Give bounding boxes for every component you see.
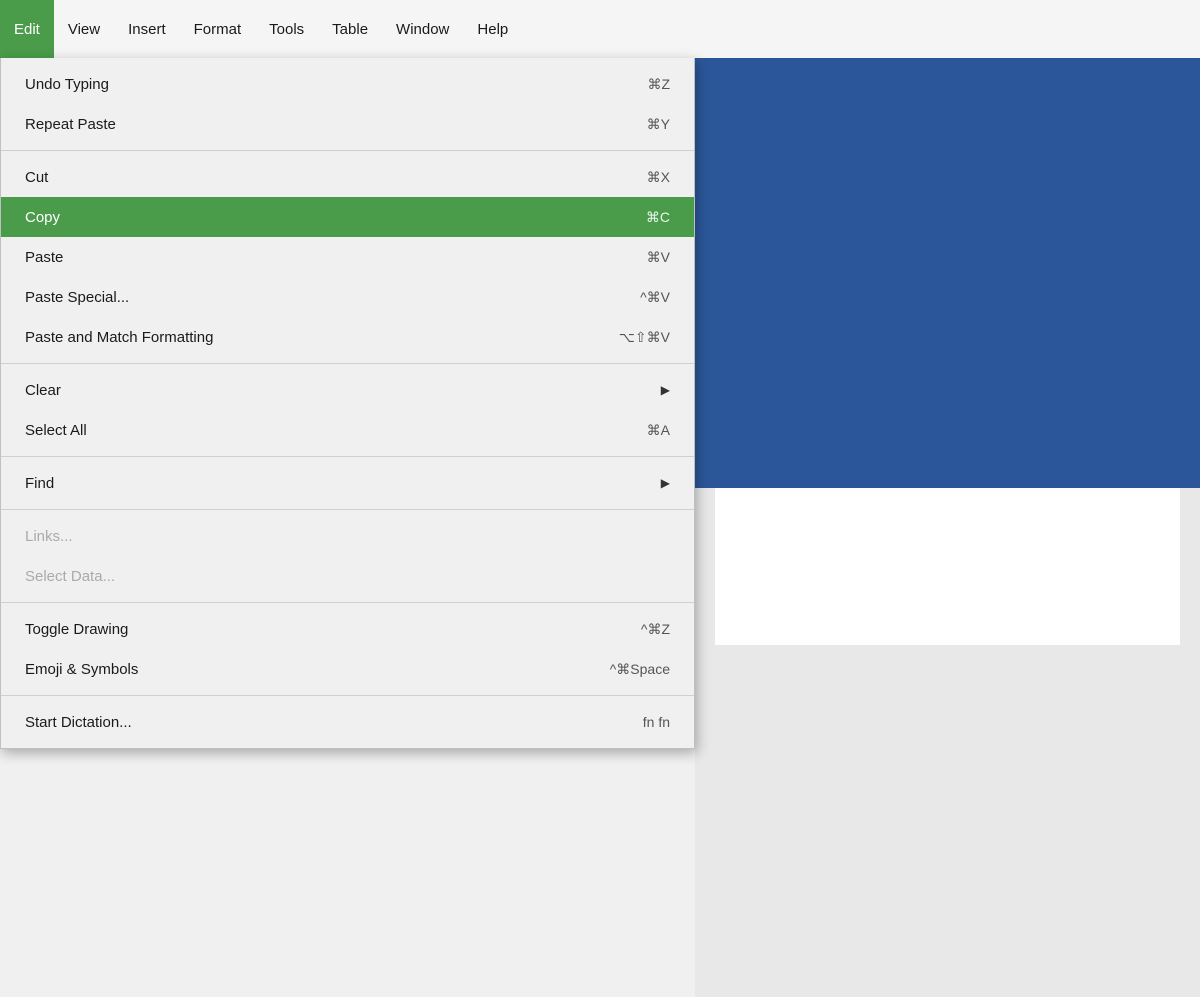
menu-item-start-dictation[interactable]: Start Dictation... fn fn — [1, 702, 694, 742]
menu-item-emoji-symbols[interactable]: Emoji & Symbols ^⌘Space — [1, 649, 694, 689]
menu-item-find[interactable]: Find ▶ — [1, 463, 694, 503]
ribbon-area — [695, 58, 1200, 488]
menu-section-find: Find ▶ — [1, 457, 694, 510]
menu-item-select-data: Select Data... — [1, 556, 694, 596]
menu-item-toggle-drawing[interactable]: Toggle Drawing ^⌘Z — [1, 609, 694, 649]
edit-dropdown-menu: Undo Typing ⌘Z Repeat Paste ⌘Y Cut ⌘X Co… — [0, 58, 695, 749]
menu-section-select: Clear ▶ Select All ⌘A — [1, 364, 694, 457]
menu-item-copy[interactable]: Copy ⌘C — [1, 197, 694, 237]
menu-section-clipboard: Cut ⌘X Copy ⌘C Paste ⌘V Paste Special...… — [1, 151, 694, 364]
menu-item-cut[interactable]: Cut ⌘X — [1, 157, 694, 197]
menu-item-links: Links... — [1, 516, 694, 556]
menu-item-clear[interactable]: Clear ▶ — [1, 370, 694, 410]
menu-item-paste-special[interactable]: Paste Special... ^⌘V — [1, 277, 694, 317]
menu-item-paste[interactable]: Paste ⌘V — [1, 237, 694, 277]
menu-section-links: Links... Select Data... — [1, 510, 694, 603]
menu-item-repeat-paste[interactable]: Repeat Paste ⌘Y — [1, 104, 694, 144]
menu-item-select-all[interactable]: Select All ⌘A — [1, 410, 694, 450]
menu-item-paste-match[interactable]: Paste and Match Formatting ⌥⇧⌘V — [1, 317, 694, 357]
menu-section-drawing: Toggle Drawing ^⌘Z Emoji & Symbols ^⌘Spa… — [1, 603, 694, 696]
dropdown-overlay: Undo Typing ⌘Z Repeat Paste ⌘Y Cut ⌘X Co… — [0, 0, 695, 997]
menu-section-undo: Undo Typing ⌘Z Repeat Paste ⌘Y — [1, 58, 694, 151]
menu-item-undo-typing[interactable]: Undo Typing ⌘Z — [1, 64, 694, 104]
menu-section-dictation: Start Dictation... fn fn — [1, 696, 694, 748]
